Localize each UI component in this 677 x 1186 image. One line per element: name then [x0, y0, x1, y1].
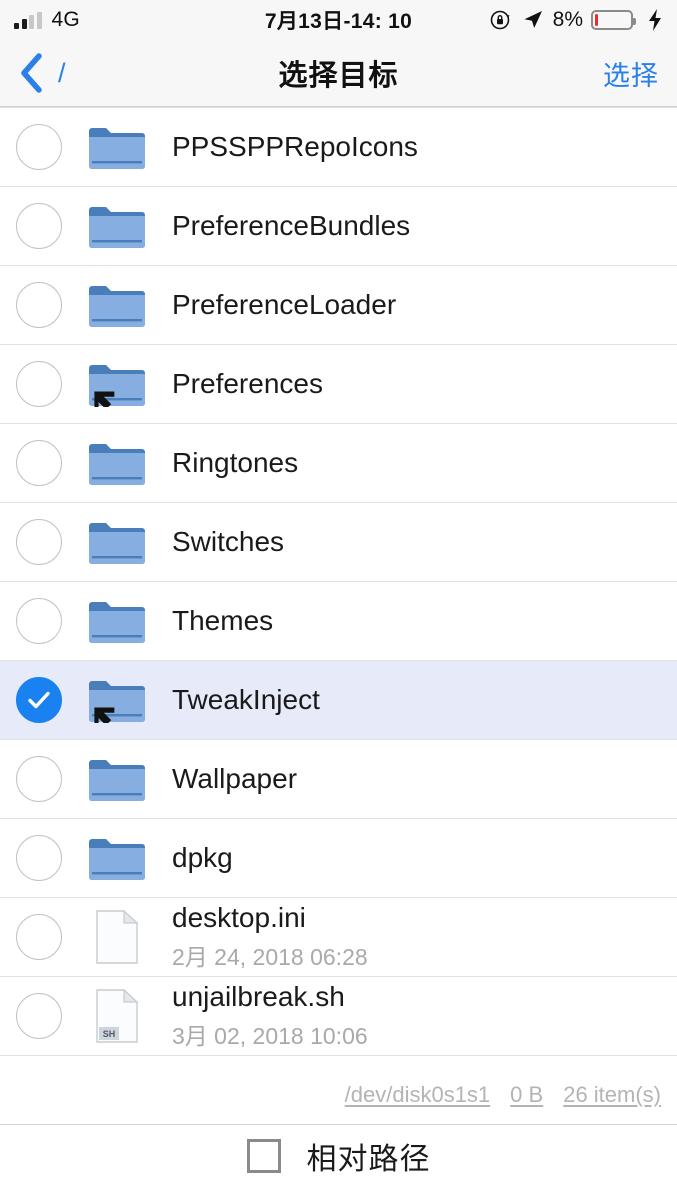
select-button[interactable]: 选择: [603, 54, 659, 93]
row-name: Preferences: [172, 367, 323, 399]
row-name: Switches: [172, 525, 285, 557]
row-text: PPSSPPRepoIcons: [172, 131, 418, 163]
row-checkbox-checked-icon[interactable]: [16, 677, 62, 723]
signal-bars-icon: [14, 11, 42, 29]
row-text: PreferenceLoader: [172, 289, 396, 321]
list-footer: /dev/disk0s1s1 0 B 26 item(s): [0, 1066, 677, 1124]
table-row[interactable]: PreferenceLoader: [0, 266, 677, 345]
row-name: TweakInject: [172, 683, 320, 715]
folder-icon: [88, 197, 146, 255]
row-checkbox-icon[interactable]: [16, 835, 62, 881]
chevron-left-icon: [21, 53, 42, 93]
row-text: Ringtones: [172, 447, 298, 479]
location-arrow-icon: [524, 11, 542, 28]
relative-path-checkbox[interactable]: [246, 1138, 281, 1173]
file-list[interactable]: PPSSPPRepoIcons PreferenceBundles Preferen…: [0, 107, 677, 1066]
carrier-label: 4G: [51, 8, 80, 31]
row-text: unjailbreak.sh 3月 02, 2018 10:06: [172, 981, 368, 1051]
row-text: Wallpaper: [172, 763, 297, 795]
row-name: Wallpaper: [172, 762, 298, 794]
rotation-lock-icon: [490, 10, 510, 30]
row-checkbox-icon[interactable]: [16, 914, 62, 960]
row-timestamp: 2月 24, 2018 06:28: [172, 944, 368, 971]
row-checkbox-icon[interactable]: [16, 282, 62, 328]
battery-fill: [595, 14, 598, 26]
row-name: Themes: [172, 604, 274, 636]
row-checkbox-icon[interactable]: [16, 124, 62, 170]
document-icon: [88, 908, 146, 966]
row-checkbox-icon[interactable]: [16, 756, 62, 802]
footer-item-count[interactable]: 26 item(s): [563, 1082, 661, 1108]
table-row[interactable]: Preferences: [0, 345, 677, 424]
battery-percent-label: 8%: [552, 8, 583, 31]
folder-alias-icon: [88, 355, 146, 413]
table-row[interactable]: Wallpaper: [0, 740, 677, 819]
clock-label: 7月13日-14: 10: [264, 10, 413, 33]
row-checkbox-icon[interactable]: [16, 598, 62, 644]
table-row[interactable]: TweakInject: [0, 661, 677, 740]
row-name: Ringtones: [172, 446, 299, 478]
folder-alias-icon: [88, 671, 146, 729]
row-text: PreferenceBundles: [172, 210, 410, 242]
table-row[interactable]: dpkg: [0, 819, 677, 898]
row-checkbox-icon[interactable]: [16, 440, 62, 486]
row-timestamp: 3月 02, 2018 10:06: [172, 1023, 368, 1050]
back-button-label: /: [58, 57, 66, 88]
file-picker-screen: 4G 7月13日-14: 10 8% / 选择目标 选择 PPSSPPRepoI…: [0, 0, 677, 1186]
relative-path-label: 相对路径: [306, 1142, 431, 1176]
page-title: 选择目标: [278, 60, 399, 92]
folder-icon: [88, 118, 146, 176]
folder-icon: [88, 750, 146, 808]
status-bar-left: 4G: [14, 8, 80, 32]
folder-icon: [88, 276, 146, 334]
table-row[interactable]: Themes: [0, 582, 677, 661]
table-row[interactable]: SH unjailbreak.sh 3月 02, 2018 10:06: [0, 977, 677, 1056]
document-sh-icon: SH: [88, 987, 146, 1045]
table-row[interactable]: PreferenceBundles: [0, 187, 677, 266]
bottom-toolbar: 相对路径: [0, 1124, 677, 1186]
folder-icon: [88, 434, 146, 492]
footer-size[interactable]: 0 B: [510, 1082, 543, 1108]
row-name: PreferenceLoader: [172, 288, 397, 320]
table-row[interactable]: PPSSPPRepoIcons: [0, 108, 677, 187]
row-checkbox-icon[interactable]: [16, 519, 62, 565]
status-bar-right: 8%: [489, 8, 663, 32]
navigation-bar: / 选择目标 选择: [0, 40, 677, 107]
row-checkbox-icon[interactable]: [16, 993, 62, 1039]
row-text: Themes: [172, 605, 273, 637]
row-checkbox-icon[interactable]: [16, 361, 62, 407]
row-text: desktop.ini 2月 24, 2018 06:28: [172, 902, 368, 972]
row-name: dpkg: [172, 841, 233, 873]
table-row[interactable]: Ringtones: [0, 424, 677, 503]
status-bar: 4G 7月13日-14: 10 8%: [0, 0, 677, 40]
folder-icon: [88, 592, 146, 650]
row-text: TweakInject: [172, 684, 320, 716]
folder-icon: [88, 829, 146, 887]
table-row[interactable]: desktop.ini 2月 24, 2018 06:28: [0, 898, 677, 977]
charging-bolt-icon: [649, 9, 661, 31]
row-checkbox-icon[interactable]: [16, 203, 62, 249]
battery-icon: [591, 10, 636, 30]
row-name: PreferenceBundles: [172, 209, 411, 241]
table-row[interactable]: Switches: [0, 503, 677, 582]
folder-icon: [88, 513, 146, 571]
svg-text:SH: SH: [103, 1029, 116, 1039]
row-text: Switches: [172, 526, 284, 558]
row-name: desktop.ini: [172, 901, 306, 933]
row-name: PPSSPPRepoIcons: [172, 130, 418, 162]
row-text: dpkg: [172, 842, 233, 874]
back-button[interactable]: /: [18, 52, 66, 94]
row-text: Preferences: [172, 368, 323, 400]
footer-device[interactable]: /dev/disk0s1s1: [345, 1082, 491, 1108]
row-name: unjailbreak.sh: [172, 980, 345, 1012]
